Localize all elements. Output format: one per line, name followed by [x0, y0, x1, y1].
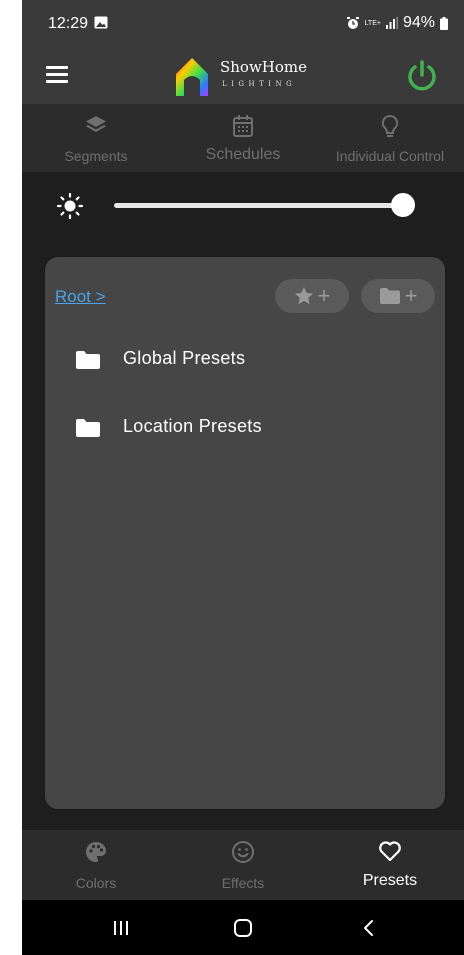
plus-icon: +: [317, 283, 331, 308]
folder-label: Location Presets: [123, 416, 262, 436]
nav-presets[interactable]: Presets: [316, 830, 464, 900]
status-time: 12:29: [48, 15, 89, 32]
layers-icon: [86, 116, 106, 132]
network-type: LTE+: [364, 19, 381, 27]
app-logo: ShowHome LIGHTING: [172, 52, 312, 100]
folder-label: Global Presets: [123, 348, 246, 368]
brightness-slider-track[interactable]: [114, 203, 404, 208]
breadcrumb-root[interactable]: Root >: [55, 287, 106, 307]
alarm-icon: [346, 17, 359, 29]
app-name: ShowHome: [220, 58, 308, 76]
tab-individual-control[interactable]: Individual Control: [316, 104, 464, 172]
star-icon: [294, 287, 313, 305]
heart-icon: [379, 841, 401, 862]
app-screen: 12:29 LTE+ 94% ShowHome LIGHTING Segment…: [22, 0, 464, 955]
app-header: ShowHome LIGHTING: [22, 48, 464, 104]
back-icon[interactable]: [359, 918, 379, 938]
nav-presets-label: Presets: [362, 872, 418, 889]
home-icon[interactable]: [233, 918, 253, 938]
image-icon: [94, 16, 108, 29]
folder-icon: [76, 419, 100, 437]
brightness-slider-thumb[interactable]: [391, 193, 415, 217]
folder-icon: [379, 288, 400, 304]
battery-percent: 94%: [402, 14, 435, 31]
nav-effects-label: Effects: [221, 875, 265, 891]
top-tabs: Segments Schedules Individual Control: [22, 104, 464, 172]
house-logo-icon: [176, 58, 208, 96]
tab-individual-control-label: Individual Control: [335, 148, 445, 164]
recent-apps-icon[interactable]: [111, 918, 131, 938]
palette-icon: [86, 842, 106, 862]
plus-icon: +: [404, 283, 418, 308]
nav-colors-label: Colors: [75, 875, 117, 891]
smiley-icon: [232, 841, 254, 863]
nav-effects[interactable]: Effects: [169, 830, 317, 900]
nav-colors[interactable]: Colors: [22, 830, 170, 900]
folder-item-location-presets[interactable]: Location Presets: [75, 407, 435, 447]
add-folder-button[interactable]: +: [361, 279, 435, 313]
calendar-icon: [233, 115, 253, 137]
bulb-icon: [381, 114, 399, 137]
system-nav-bar: [22, 900, 464, 955]
app-subtitle: LIGHTING: [222, 80, 297, 88]
tab-segments[interactable]: Segments: [22, 104, 170, 172]
battery-icon: [440, 16, 448, 30]
add-favorite-button[interactable]: +: [275, 279, 349, 313]
brightness-control: [22, 172, 464, 238]
presets-panel: Root > + + Global Presets Location Prese…: [44, 256, 446, 810]
folder-icon: [76, 351, 100, 369]
bottom-nav: Colors Effects Presets: [22, 830, 464, 900]
status-bar: 12:29 LTE+ 94%: [22, 0, 464, 48]
tab-segments-label: Segments: [64, 148, 128, 164]
signal-icon: [385, 17, 398, 29]
tab-schedules-label: Schedules: [205, 146, 281, 163]
brightness-icon: [56, 192, 84, 220]
folder-item-global-presets[interactable]: Global Presets: [75, 339, 435, 379]
menu-icon[interactable]: [46, 66, 68, 84]
status-icons: LTE+ 94%: [346, 14, 448, 32]
power-icon[interactable]: [404, 58, 440, 94]
tab-schedules[interactable]: Schedules: [169, 104, 317, 172]
